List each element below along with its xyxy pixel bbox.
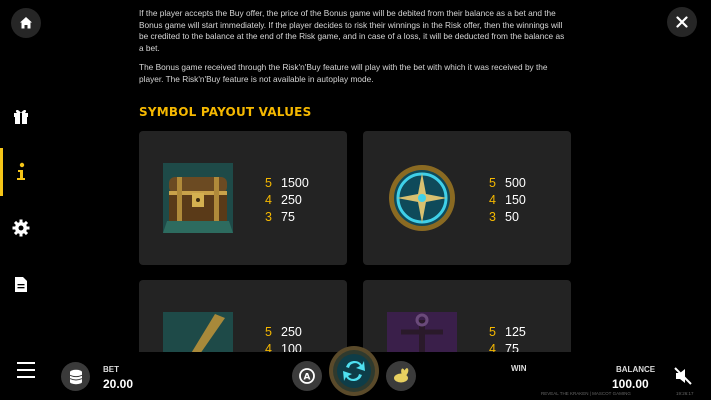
anchor-icon bbox=[387, 312, 457, 356]
symbol-card: 5 500 4 150 3 50 bbox=[363, 131, 571, 265]
gear-icon bbox=[12, 219, 30, 237]
sidebar bbox=[0, 88, 42, 312]
payout-list: 5 1500 4 250 3 75 bbox=[265, 175, 309, 226]
home-button[interactable] bbox=[11, 8, 41, 38]
treasure-chest-icon bbox=[163, 163, 233, 233]
turbo-button[interactable] bbox=[386, 361, 416, 391]
spin-button[interactable] bbox=[328, 345, 380, 397]
symbol-count: 5 bbox=[489, 176, 496, 190]
section-title: SYMBOL PAYOUT VALUES bbox=[139, 105, 312, 119]
coin-stack-icon bbox=[69, 369, 82, 384]
symbol-payout-grid: 5 1500 4 250 3 75 5 500 4 150 3 50 5 250… bbox=[139, 131, 571, 356]
info-content[interactable]: If the player accepts the Buy offer, the… bbox=[139, 8, 571, 356]
symbol-card: 5 125 4 75 bbox=[363, 280, 571, 356]
compass-icon bbox=[389, 165, 455, 231]
clock: 19:26:17 bbox=[676, 391, 694, 396]
document-icon bbox=[15, 276, 27, 292]
autoplay-button[interactable]: A bbox=[292, 361, 322, 391]
symbol-card: 5 250 4 100 bbox=[139, 280, 347, 356]
bet-label: BET bbox=[103, 365, 119, 374]
rabbit-icon bbox=[394, 368, 409, 383]
sound-toggle-button[interactable] bbox=[673, 366, 693, 386]
payout-list: 5 500 4 150 3 50 bbox=[489, 175, 526, 226]
close-icon bbox=[676, 16, 688, 28]
svg-text:A: A bbox=[304, 373, 311, 383]
autoplay-icon: A bbox=[299, 368, 315, 384]
gift-icon bbox=[14, 109, 28, 124]
symbol-count: 5 bbox=[489, 325, 496, 339]
symbol-count: 5 bbox=[265, 176, 272, 190]
win-label: WIN bbox=[511, 364, 527, 373]
payout-value: 500 bbox=[505, 176, 526, 190]
payout-value: 1500 bbox=[281, 176, 309, 190]
balance-label: BALANCE bbox=[616, 365, 656, 374]
payout-value: 150 bbox=[505, 193, 526, 207]
sword-icon bbox=[163, 312, 233, 356]
payout-value: 250 bbox=[281, 325, 302, 339]
info-icon bbox=[17, 162, 25, 180]
payout-value: 75 bbox=[281, 210, 295, 224]
symbol-count: 4 bbox=[489, 193, 496, 207]
menu-button[interactable] bbox=[17, 362, 35, 378]
bet-button[interactable] bbox=[61, 362, 90, 391]
sidebar-item-info[interactable] bbox=[0, 144, 42, 200]
bet-value: 20.00 bbox=[103, 377, 134, 391]
sidebar-item-rules[interactable] bbox=[0, 256, 42, 312]
payout-value: 250 bbox=[281, 193, 302, 207]
game-footer: REVEAL THE KRAKEN | MASCOT GAMING bbox=[541, 391, 631, 396]
home-icon bbox=[20, 17, 32, 29]
sidebar-item-gift[interactable] bbox=[0, 88, 42, 144]
symbol-card: 5 1500 4 250 3 75 bbox=[139, 131, 347, 265]
sidebar-item-settings[interactable] bbox=[0, 200, 42, 256]
info-paragraph: The Bonus game received through the Risk… bbox=[139, 62, 548, 84]
payout-value: 125 bbox=[505, 325, 526, 339]
close-button[interactable] bbox=[667, 7, 697, 37]
symbol-count: 3 bbox=[265, 210, 272, 224]
symbol-count: 5 bbox=[265, 325, 272, 339]
symbol-count: 3 bbox=[489, 210, 496, 224]
payout-value: 50 bbox=[505, 210, 519, 224]
symbol-count: 4 bbox=[265, 193, 272, 207]
balance-value: 100.00 bbox=[612, 377, 649, 391]
hamburger-icon bbox=[17, 362, 35, 364]
info-paragraph: If the player accepts the Buy offer, the… bbox=[139, 8, 565, 53]
